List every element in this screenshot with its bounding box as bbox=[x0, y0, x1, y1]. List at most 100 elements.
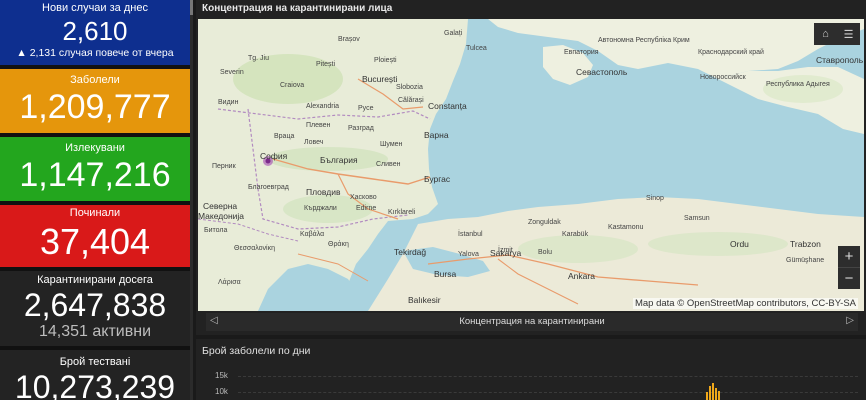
deceased-value: 37,404 bbox=[39, 221, 151, 262]
map-label-balikesir: Balıkesir bbox=[408, 295, 441, 305]
map-label-ploiesti: Ploiești bbox=[374, 57, 397, 64]
map-label-thrace: Θράκη bbox=[328, 241, 349, 248]
map-toolbar: ⌂ ☰ bbox=[814, 23, 860, 45]
map-label-kardzhali: Кърджали bbox=[304, 205, 337, 212]
map-label-shumen: Шумен bbox=[380, 141, 403, 148]
map-label-larisa: Λάρισα bbox=[218, 279, 241, 286]
map-label-sevastopol: Севастополь bbox=[576, 67, 628, 77]
map-label-calarasi: Călărași bbox=[398, 97, 424, 104]
map-label-bucuresti: București bbox=[362, 74, 398, 84]
map-label-zonguldak: Zonguldak bbox=[528, 219, 561, 226]
map-label-sliven: Сливен bbox=[376, 161, 401, 168]
map-panel: Концентрация на карантинирани лица Galaț… bbox=[196, 0, 866, 335]
map-label-istanbul: İstanbul bbox=[458, 231, 483, 238]
map-label-sinop: Sinop bbox=[646, 195, 664, 202]
tests-card: Брой тестванi 10,273,239 bbox=[0, 350, 190, 400]
chart-bar bbox=[712, 383, 714, 400]
map-label-severna: Северна bbox=[203, 201, 238, 211]
map-label-edirne: Edirne bbox=[356, 205, 377, 212]
map-label-thessaloniki: Θεσσαλονίκη bbox=[234, 245, 275, 252]
map-label-haskovo: Хасково bbox=[350, 194, 377, 201]
map-label-trabzon: Trabzon bbox=[790, 239, 821, 249]
map-label-lovech: Ловеч bbox=[304, 139, 324, 146]
recovered-value: 1,147,216 bbox=[19, 156, 171, 194]
map-label-kirklareli: Kırklareli bbox=[388, 209, 416, 216]
scrollbar-thumb[interactable] bbox=[190, 0, 193, 15]
map-label-tg-jiu: Tg. Jiu bbox=[248, 55, 270, 62]
map-label-novorossiysk: Новороссийск bbox=[700, 74, 746, 81]
map-label-ankara: Ankara bbox=[568, 271, 595, 281]
map-label-vidin: Видин bbox=[218, 99, 239, 106]
map-label-karabuk: Karabük bbox=[562, 231, 589, 238]
infected-title: Заболели bbox=[70, 74, 120, 86]
map-label-kastamonu: Kastamonu bbox=[608, 224, 644, 231]
home-icon[interactable]: ⌂ bbox=[814, 23, 837, 45]
map-label-bolu: Bolu bbox=[538, 249, 553, 256]
quarantined-value: 2,647,838 bbox=[23, 287, 167, 323]
map-label-bursa: Bursa bbox=[434, 269, 457, 279]
tests-title: Брой тестванi bbox=[59, 356, 131, 368]
quarantined-active: 14,351 активни bbox=[39, 323, 151, 340]
map-label-severin: Severin bbox=[220, 69, 244, 76]
map-label-galati: Galați bbox=[444, 30, 463, 37]
map-label-sofia: София bbox=[260, 151, 288, 161]
map-label-makedonija: Македонија bbox=[198, 211, 245, 221]
chart-bar bbox=[715, 388, 717, 400]
quarantined-title: Карантинирани досега bbox=[37, 274, 153, 286]
chart-bar bbox=[709, 386, 711, 400]
infected-card: Заболели 1,209,777 bbox=[0, 69, 190, 133]
map-attribution[interactable]: Map data © OpenStreetMap contributors, C… bbox=[632, 298, 858, 309]
map-label-pitesti: Pitești bbox=[316, 61, 336, 68]
map-label-pernik: Перник bbox=[212, 163, 236, 170]
map-label-brasov: Brașov bbox=[338, 36, 360, 43]
deceased-title: Починали bbox=[69, 207, 121, 219]
list-icon[interactable]: ☰ bbox=[837, 23, 860, 45]
map-label-crimea: Автономна Республіка Крим bbox=[598, 37, 690, 44]
map-label-craiova: Craiova bbox=[280, 82, 305, 89]
indicator-scrollbar[interactable] bbox=[190, 0, 193, 400]
chart-bar bbox=[718, 391, 720, 400]
map-panel-title: Концентрация на карантинирани лица bbox=[202, 3, 393, 14]
map-label-vratsa: Враца bbox=[274, 133, 295, 140]
nav-next-icon[interactable]: ▷ bbox=[846, 315, 854, 326]
zoom-out-button[interactable]: − bbox=[838, 268, 860, 289]
map-nav-bar: ◁ Концентрация на карантинирани ▷ bbox=[206, 313, 858, 331]
chart-bar bbox=[706, 392, 708, 400]
map-label-kavala: Καβάλα bbox=[300, 231, 325, 238]
new-cases-title: Нови случаи за днес bbox=[42, 2, 148, 14]
indicator-column: Нови случаи за днес 2,610 ▲ 2,131 случая… bbox=[0, 0, 193, 400]
daily-cases-chart bbox=[706, 383, 720, 400]
new-cases-value: 2,610 bbox=[62, 16, 128, 46]
map-label-ordu: Ordu bbox=[730, 239, 749, 249]
recovered-title: Излекувани bbox=[65, 142, 125, 154]
map-label-bitola: Битола bbox=[204, 227, 228, 234]
chart-panel: Брой заболели по дни 15k 10k bbox=[196, 339, 866, 400]
zoom-controls: + − bbox=[838, 246, 860, 289]
zoom-in-button[interactable]: + bbox=[838, 246, 860, 268]
map-label-alexandria: Alexandria bbox=[306, 103, 340, 110]
map-basemap bbox=[198, 19, 864, 311]
map-label-bulgaria: България bbox=[320, 155, 358, 165]
map-label-sakarya: Sakarya bbox=[490, 248, 522, 258]
map-label-blagoevgrad: Благоевград bbox=[248, 184, 289, 191]
map-label-ruse: Русе bbox=[358, 105, 374, 112]
map-label-tekirdag: Tekirdağ bbox=[394, 247, 427, 257]
deceased-card: Починали 37,404 bbox=[0, 205, 190, 267]
map-label-slobozia: Slobozia bbox=[396, 84, 423, 91]
recovered-card: Излекувани 1,147,216 bbox=[0, 137, 190, 201]
nav-label: Концентрация на карантинирани bbox=[459, 316, 605, 327]
map-label-yalova: Yalova bbox=[458, 251, 479, 258]
map-label-adygeya: Республика Адыгея bbox=[766, 81, 830, 88]
new-cases-card: Нови случаи за днес 2,610 ▲ 2,131 случая… bbox=[0, 0, 190, 65]
infected-value: 1,209,777 bbox=[19, 88, 171, 126]
map-view[interactable]: Galați Tulcea Brașov Ploiești Pitești Bu… bbox=[198, 19, 864, 311]
map-label-krasnodar: Краснодарский край bbox=[698, 49, 764, 56]
map-label-plovdiv: Пловдив bbox=[306, 187, 341, 197]
map-label-burgas: Бургас bbox=[424, 174, 451, 184]
quarantined-card: Карантинирани досега 2,647,838 14,351 ак… bbox=[0, 271, 190, 346]
map-label-varna: Варна bbox=[424, 130, 449, 140]
map-label-constanta: Constanța bbox=[428, 101, 467, 111]
tests-value: 10,273,239 bbox=[14, 369, 176, 400]
map-label-tulcea: Tulcea bbox=[466, 45, 487, 52]
map-label-samsun: Samsun bbox=[684, 215, 710, 222]
